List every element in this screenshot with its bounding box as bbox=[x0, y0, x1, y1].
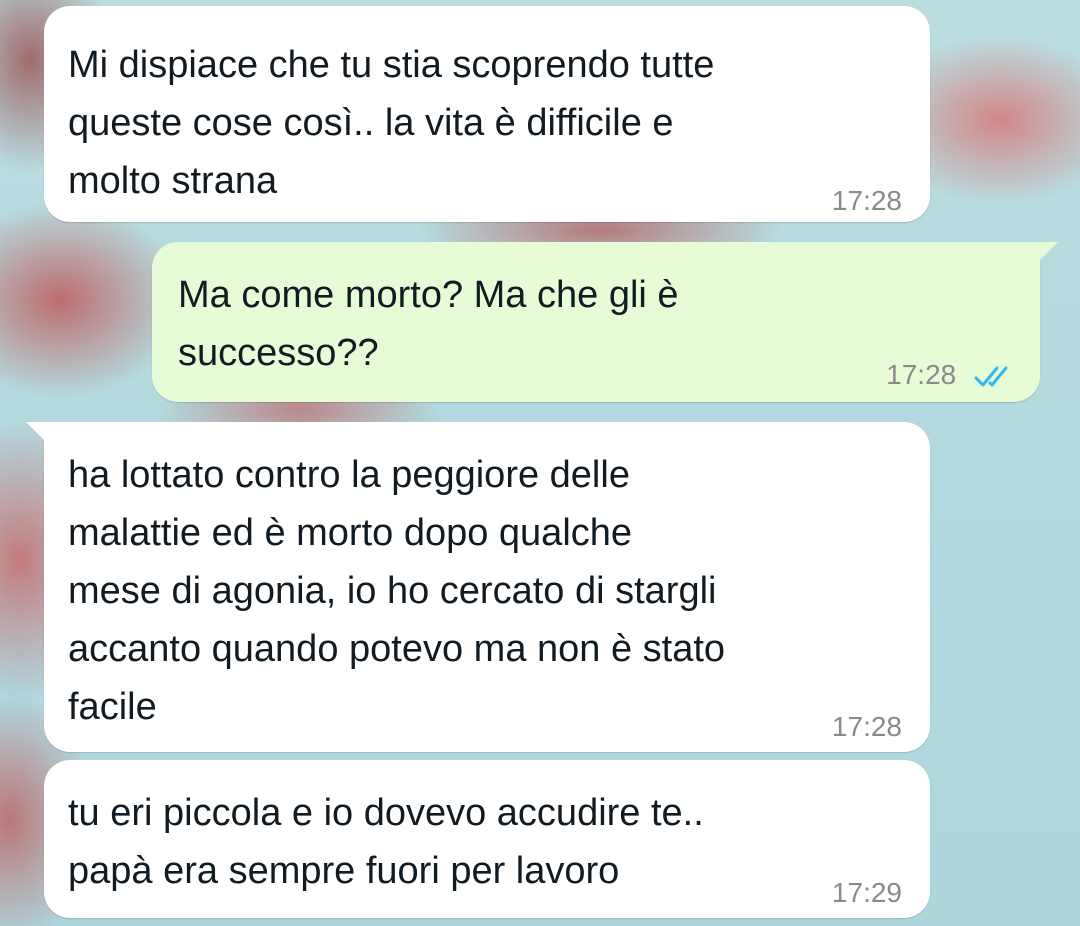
double-check-icon bbox=[974, 366, 1008, 387]
message-meta: 17:28 bbox=[886, 346, 1018, 404]
message-incoming[interactable]: tu eri piccola e io dovevo accudire te..… bbox=[44, 760, 930, 918]
message-outgoing[interactable]: Ma come morto? Ma che gli è successo?? 1… bbox=[152, 242, 1058, 404]
message-text: Mi dispiace che tu stia scoprendo tutte … bbox=[68, 44, 715, 202]
message-incoming[interactable]: ha lottato contro la peggiore delle mala… bbox=[26, 422, 930, 752]
message-text: tu eri piccola e io dovevo accudire te..… bbox=[68, 792, 704, 892]
message-timestamp: 17:28 bbox=[831, 711, 902, 742]
message-timestamp: 17:28 bbox=[886, 359, 957, 390]
message-timestamp: 17:28 bbox=[831, 185, 902, 216]
message-timestamp: 17:29 bbox=[831, 877, 902, 908]
bubble-tail bbox=[26, 422, 50, 446]
bubble-tail bbox=[1034, 242, 1058, 266]
message-text: ha lottato contro la peggiore delle mala… bbox=[68, 454, 726, 728]
message-incoming[interactable]: Mi dispiace che tu stia scoprendo tutte … bbox=[44, 6, 930, 222]
